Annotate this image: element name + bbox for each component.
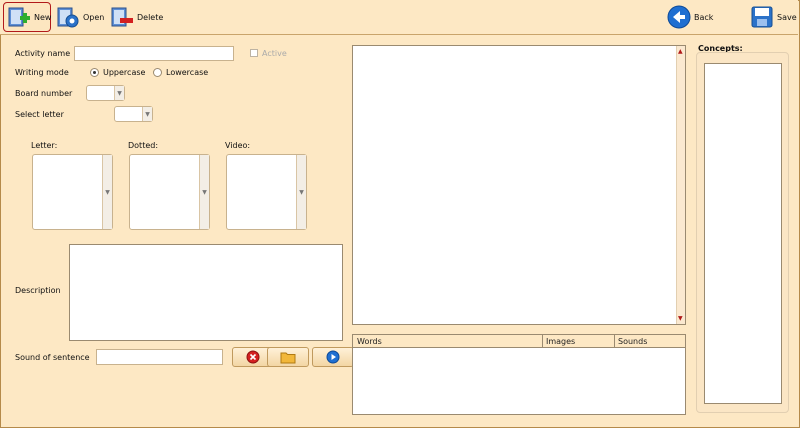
select-letter-label: Select letter — [15, 110, 64, 119]
add-document-icon — [7, 5, 31, 29]
sound-label: Sound of sentence — [15, 353, 90, 362]
column-images[interactable]: Images — [546, 337, 575, 346]
preview-scrollbar[interactable]: ▲ ▼ — [676, 46, 685, 324]
column-separator — [542, 335, 543, 348]
lowercase-label: Lowercase — [166, 68, 209, 77]
chevron-down-icon: ▼ — [102, 155, 112, 229]
activity-name-label: Activity name — [15, 49, 71, 58]
back-button[interactable]: Back — [667, 2, 713, 32]
active-label: Active — [262, 49, 287, 58]
column-separator — [614, 335, 615, 348]
select-letter-select[interactable]: ▼ — [114, 106, 153, 122]
concepts-panel — [696, 52, 789, 413]
column-words[interactable]: Words — [357, 337, 382, 346]
open-label: Open — [83, 12, 105, 22]
new-button[interactable]: New — [3, 2, 51, 32]
sound-input[interactable] — [96, 349, 223, 365]
chevron-down-icon: ▼ — [296, 155, 306, 229]
words-table-header: Words Images Sounds — [353, 335, 685, 348]
delete-document-icon — [110, 5, 134, 29]
concepts-list[interactable] — [704, 63, 782, 404]
preview-panel: ▲ ▼ — [352, 45, 686, 325]
scroll-down-icon[interactable]: ▼ — [678, 315, 683, 322]
board-number-select[interactable]: ▼ — [86, 85, 125, 101]
video-select[interactable]: ▼ — [226, 154, 307, 230]
dotted-label: Dotted: — [128, 141, 159, 150]
new-label: New — [34, 12, 52, 22]
uppercase-label: Uppercase — [103, 68, 146, 77]
board-number-label: Board number — [15, 89, 73, 98]
description-label: Description — [15, 286, 61, 295]
chevron-down-icon: ▼ — [142, 107, 152, 121]
column-sounds[interactable]: Sounds — [618, 337, 647, 346]
chevron-down-icon: ▼ — [114, 86, 124, 100]
delete-label: Delete — [137, 12, 164, 22]
save-label: Save — [777, 12, 797, 22]
description-textarea[interactable] — [69, 244, 343, 341]
open-button[interactable]: Open — [56, 2, 104, 32]
activity-name-input[interactable] — [74, 46, 234, 61]
folder-icon — [280, 352, 296, 363]
words-table: Words Images Sounds — [352, 334, 686, 415]
save-button[interactable]: Save — [750, 2, 797, 32]
uppercase-radio[interactable] — [90, 68, 99, 77]
delete-button[interactable]: Delete — [110, 2, 163, 32]
play-icon — [326, 350, 340, 364]
delete-icon — [246, 350, 260, 364]
dotted-select[interactable]: ▼ — [129, 154, 210, 230]
floppy-disk-icon — [750, 5, 774, 29]
back-label: Back — [694, 12, 714, 22]
writing-mode-label: Writing mode — [15, 68, 69, 77]
active-checkbox[interactable] — [250, 49, 258, 57]
back-arrow-icon — [667, 5, 691, 29]
open-settings-icon — [56, 5, 80, 29]
scroll-up-icon[interactable]: ▲ — [678, 48, 683, 55]
video-label: Video: — [225, 141, 251, 150]
toolbar: New Open Delete Back Save — [0, 0, 798, 35]
lowercase-radio[interactable] — [153, 68, 162, 77]
browse-sound-button[interactable] — [267, 347, 309, 367]
play-sound-button[interactable] — [312, 347, 354, 367]
letter-select[interactable]: ▼ — [32, 154, 113, 230]
chevron-down-icon: ▼ — [199, 155, 209, 229]
letter-label: Letter: — [31, 141, 58, 150]
